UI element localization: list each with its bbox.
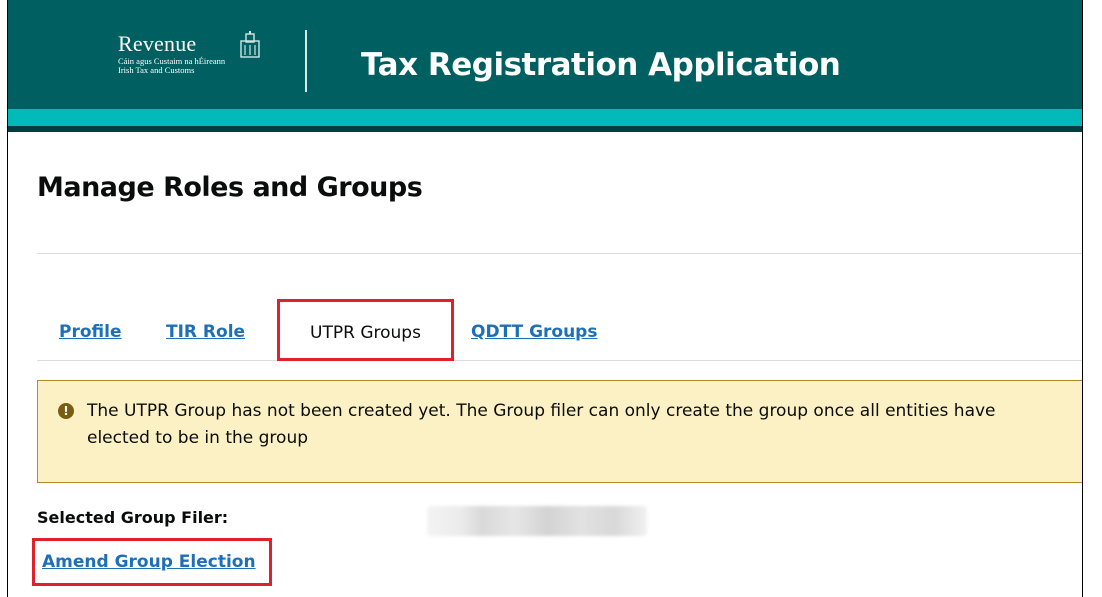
tab-tir-role[interactable]: TIR Role: [166, 320, 245, 344]
exclamation-circle-icon: !: [58, 403, 74, 419]
page-title: Manage Roles and Groups: [37, 172, 423, 203]
header-dark-stripe: [8, 126, 1082, 132]
app-window: Revenue Cáin agus Custaim na hÉireann Ir…: [7, 0, 1083, 597]
tab-bar-rule: [37, 360, 1082, 361]
header-divider: [305, 30, 307, 92]
tab-utpr-groups[interactable]: UTPR Groups: [277, 299, 454, 361]
app-title: Tax Registration Application: [361, 47, 841, 83]
amend-group-election-link[interactable]: Amend Group Election: [42, 550, 256, 574]
selected-group-filer-value-redacted: [427, 506, 647, 536]
selected-group-filer-label: Selected Group Filer:: [37, 508, 229, 527]
tab-profile[interactable]: Profile: [59, 320, 121, 344]
tab-bar: Profile TIR Role UTPR Groups QDTT Groups: [37, 299, 1082, 362]
logo-wordmark: Revenue: [118, 31, 197, 56]
site-header: Revenue Cáin agus Custaim na hÉireann Ir…: [8, 0, 1082, 132]
logo-subtitle-english: Irish Tax and Customs: [118, 65, 195, 75]
header-accent-stripe: [8, 109, 1082, 126]
revenue-logo[interactable]: Revenue Cáin agus Custaim na hÉireann Ir…: [118, 31, 268, 93]
amend-group-election-highlight: Amend Group Election: [32, 538, 272, 586]
title-divider: [37, 253, 1082, 254]
customs-house-icon: [240, 31, 260, 58]
warning-text: The UTPR Group has not been created yet.…: [87, 401, 996, 448]
warning-banner: ! The UTPR Group has not been created ye…: [37, 380, 1082, 483]
tab-qdtt-groups[interactable]: QDTT Groups: [471, 320, 597, 344]
tab-utpr-groups-label: UTPR Groups: [310, 323, 421, 343]
